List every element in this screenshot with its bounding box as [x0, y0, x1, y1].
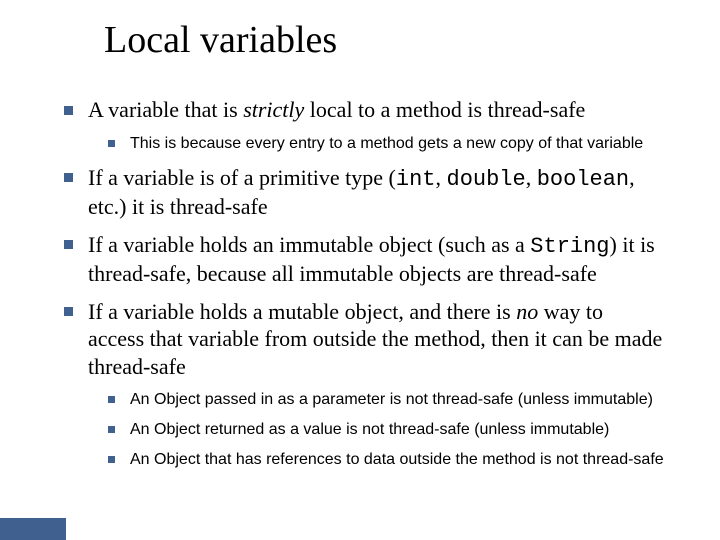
slide: Local variables A variable that is stric… [0, 0, 720, 540]
code-token: int [396, 167, 436, 192]
text: A variable that is [88, 97, 243, 122]
code-token: String [530, 234, 609, 259]
text: If a variable holds a mutable object, an… [88, 299, 516, 324]
sub-bullet-item: An Object passed in as a parameter is no… [108, 390, 664, 410]
sub-bullet-list: This is because every entry to a method … [88, 134, 664, 154]
sub-bullet-list: An Object passed in as a parameter is no… [88, 390, 664, 470]
sub-bullet-item: An Object returned as a value is not thr… [108, 420, 664, 440]
slide-title: Local variables [104, 18, 337, 62]
bullet-item: If a variable holds an immutable object … [64, 231, 664, 288]
sub-bullet-item: This is because every entry to a method … [108, 134, 664, 154]
text: If a variable is of a primitive type ( [88, 165, 396, 190]
text: local to a method is thread-safe [304, 97, 585, 122]
text: , [436, 165, 447, 190]
code-token: boolean [537, 167, 629, 192]
bullet-item: A variable that is strictly local to a m… [64, 96, 664, 154]
text: , [526, 165, 537, 190]
bullet-list: A variable that is strictly local to a m… [64, 96, 664, 470]
emphasis: no [516, 299, 538, 324]
accent-bar [0, 518, 66, 540]
text: If a variable holds an immutable object … [88, 232, 530, 257]
slide-body: A variable that is strictly local to a m… [64, 96, 664, 480]
code-token: double [447, 167, 526, 192]
bullet-item: If a variable is of a primitive type (in… [64, 164, 664, 221]
bullet-item: If a variable holds a mutable object, an… [64, 298, 664, 471]
emphasis: strictly [243, 97, 304, 122]
sub-bullet-item: An Object that has references to data ou… [108, 450, 664, 470]
